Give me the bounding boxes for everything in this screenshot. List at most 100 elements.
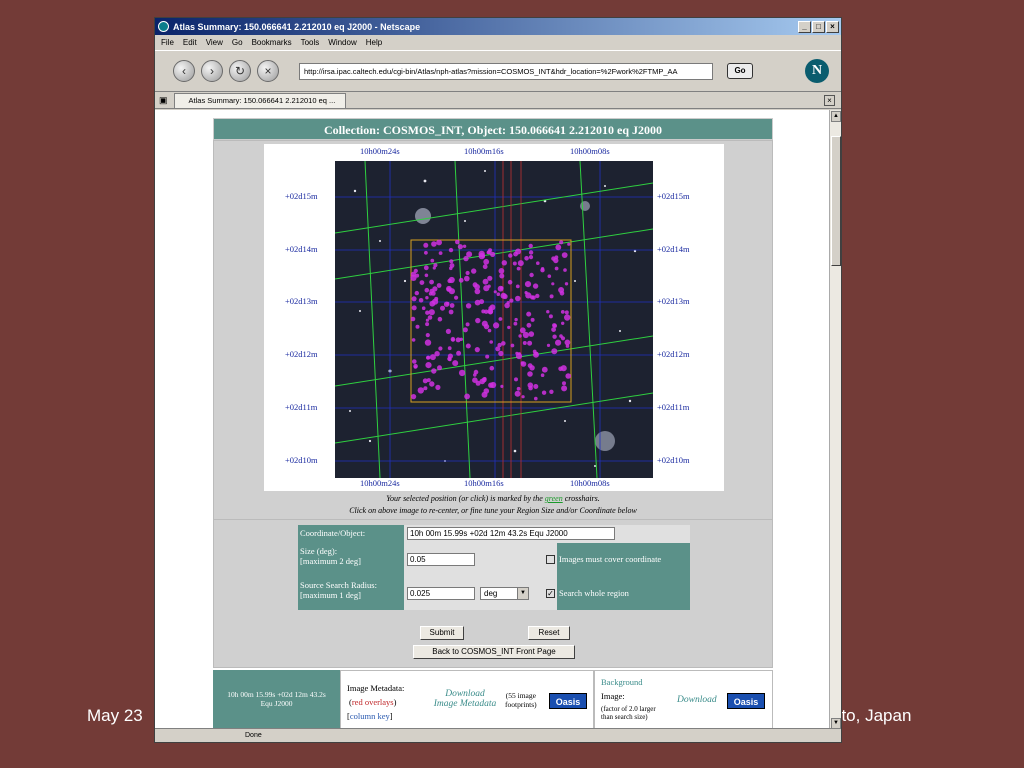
address-bar[interactable]: http://irsa.ipac.caltech.edu/cgi-bin/Atl…: [299, 62, 713, 80]
source-marker: [418, 298, 424, 303]
menu-go[interactable]: Go: [232, 38, 243, 47]
menu-tools[interactable]: Tools: [301, 38, 320, 47]
radius-input[interactable]: 0.025: [407, 587, 475, 600]
minimize-button[interactable]: _: [798, 20, 811, 33]
source-marker: [515, 284, 520, 289]
menu-bookmarks[interactable]: Bookmarks: [252, 38, 292, 47]
tab-atlas-summary[interactable]: Atlas Summary: 150.066641 2.212010 eq ..…: [173, 92, 346, 108]
source-marker: [462, 327, 468, 333]
close-button[interactable]: ×: [826, 20, 839, 33]
source-marker: [501, 341, 506, 346]
source-marker: [562, 381, 566, 386]
source-marker: [426, 355, 431, 360]
source-marker: [528, 255, 534, 260]
menu-file[interactable]: File: [161, 38, 174, 47]
download-background-link[interactable]: Download: [677, 695, 717, 705]
source-marker: [433, 263, 438, 268]
source-marker: [533, 384, 539, 389]
menu-help[interactable]: Help: [366, 38, 382, 47]
source-marker: [436, 283, 442, 288]
source-marker: [528, 250, 534, 255]
source-marker: [526, 311, 532, 317]
reset-button[interactable]: Reset: [528, 626, 570, 640]
source-marker: [521, 395, 525, 399]
go-button[interactable]: Go: [727, 63, 753, 79]
source-marker: [430, 258, 435, 263]
cover-coordinate-checkbox[interactable]: [546, 555, 555, 564]
cosmos-sky-image[interactable]: [335, 161, 653, 478]
source-marker: [496, 292, 501, 296]
new-tab-icon[interactable]: ▣: [159, 95, 168, 106]
scroll-thumb[interactable]: [831, 136, 841, 266]
back-icon[interactable]: ‹: [173, 60, 195, 82]
axis-top-label: 10h00m24s: [360, 146, 400, 156]
stop-icon[interactable]: ×: [257, 60, 279, 82]
results-row: 10h 00m 15.99s +02d 12m 43.2s Equ J2000 …: [213, 670, 773, 730]
menu-view[interactable]: View: [206, 38, 223, 47]
axis-right-label: +02d14m: [657, 244, 690, 254]
source-marker: [474, 299, 481, 306]
close-tab-icon[interactable]: ×: [824, 94, 835, 106]
source-marker: [548, 314, 553, 319]
source-marker: [448, 288, 455, 295]
source-marker: [518, 334, 522, 338]
oasis-button[interactable]: Oasis: [549, 693, 587, 709]
source-marker: [483, 377, 487, 381]
menu-edit[interactable]: Edit: [183, 38, 197, 47]
oasis-background-button[interactable]: Oasis: [727, 693, 765, 709]
source-marker: [464, 393, 470, 400]
submit-button[interactable]: Submit: [420, 626, 464, 640]
source-marker: [424, 287, 430, 293]
source-marker: [484, 309, 489, 314]
source-marker: [445, 328, 451, 334]
scroll-up-icon[interactable]: ▲: [831, 111, 841, 122]
source-marker: [431, 368, 437, 374]
source-marker: [465, 343, 471, 349]
source-marker: [425, 296, 429, 300]
source-marker: [527, 382, 534, 388]
forward-icon[interactable]: ›: [201, 60, 223, 82]
bright-star: [580, 201, 590, 211]
vertical-scrollbar[interactable]: ▲ ▼: [829, 110, 841, 730]
source-marker: [472, 282, 478, 288]
source-marker: [423, 265, 429, 271]
unit-select[interactable]: deg ▼: [480, 587, 529, 600]
source-marker: [487, 275, 493, 281]
front-page-button[interactable]: Back to COSMOS_INT Front Page: [413, 645, 575, 659]
region-form-panel: Coordinate/Object: 10h 00m 15.99s +02d 1…: [213, 520, 773, 668]
column-key-link[interactable]: [column key]: [347, 711, 393, 721]
source-marker: [559, 240, 564, 245]
source-marker: [500, 292, 507, 299]
source-marker: [411, 338, 416, 342]
source-marker: [488, 309, 493, 315]
coordinate-input[interactable]: 10h 00m 15.99s +02d 12m 43.2s Equ J2000: [407, 527, 615, 540]
source-marker: [482, 264, 488, 270]
source-marker: [447, 278, 452, 284]
source-marker: [438, 346, 443, 351]
source-marker: [500, 384, 504, 388]
source-marker: [437, 316, 443, 322]
source-marker: [540, 373, 545, 377]
source-marker: [500, 286, 504, 290]
source-marker: [565, 344, 570, 348]
source-marker: [524, 256, 529, 261]
source-marker: [555, 244, 562, 251]
source-marker: [554, 266, 559, 271]
source-marker: [412, 359, 417, 364]
source-marker: [564, 282, 569, 286]
whole-region-checkbox[interactable]: ✓: [546, 589, 555, 598]
sky-image-frame[interactable]: 10h00m24s 10h00m16s 10h00m08s 10h00m24s …: [264, 144, 724, 491]
source-marker: [514, 377, 518, 382]
download-metadata-link[interactable]: Download Image Metadata: [425, 689, 505, 709]
chevron-down-icon: ▼: [517, 588, 528, 599]
source-marker: [527, 340, 533, 346]
axis-right-label: +02d12m: [657, 349, 690, 359]
source-marker: [547, 274, 552, 278]
source-marker: [515, 353, 523, 360]
source-marker: [425, 310, 430, 315]
size-input[interactable]: 0.05: [407, 553, 475, 566]
status-bar: Done: [155, 728, 841, 742]
menu-window[interactable]: Window: [328, 38, 356, 47]
reload-icon[interactable]: ↻: [229, 60, 251, 82]
maximize-button[interactable]: □: [812, 20, 825, 33]
